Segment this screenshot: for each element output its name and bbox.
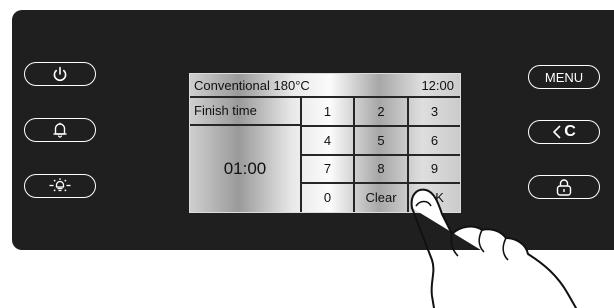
power-button[interactable]: [24, 62, 96, 86]
pointing-hand-icon: [410, 188, 577, 308]
finish-time-value: 01:00: [223, 159, 267, 178]
finish-time-label: Finish time: [194, 103, 257, 118]
bell-icon: [53, 122, 67, 138]
keypad-key-1[interactable]: 1: [302, 97, 353, 125]
back-arrow-icon: [553, 125, 561, 139]
oven-light-button[interactable]: [24, 174, 96, 198]
menu-button-label: MENU: [544, 69, 584, 85]
keypad-key-6[interactable]: 6: [409, 126, 460, 154]
clock-display: 12:00: [421, 77, 454, 93]
keypad-key-4[interactable]: 4: [302, 126, 353, 154]
timer-bell-button[interactable]: [24, 118, 96, 142]
keypad-key-5[interactable]: 5: [355, 126, 407, 154]
corner-mark-icon: [598, 0, 612, 8]
back-button-label: C: [564, 123, 576, 140]
keypad-key-0[interactable]: 0: [302, 183, 353, 212]
cooking-mode-label: Conventional 180°C: [194, 77, 310, 93]
menu-button[interactable]: MENU: [528, 65, 600, 89]
back-button[interactable]: C: [528, 120, 600, 144]
power-icon: [53, 66, 67, 82]
oven-light-icon: [49, 178, 71, 192]
keypad-key-7[interactable]: 7: [302, 155, 353, 182]
keypad-key-2[interactable]: 2: [355, 97, 407, 125]
keypad-key-3[interactable]: 3: [409, 97, 460, 125]
